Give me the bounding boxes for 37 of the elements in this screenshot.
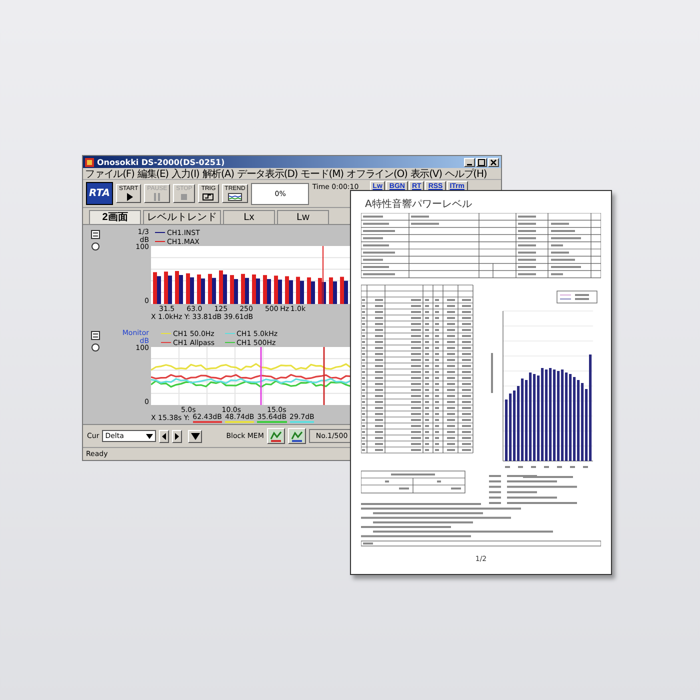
load-memory-button[interactable] xyxy=(288,428,306,444)
save-memory-button[interactable] xyxy=(266,428,285,444)
tab[interactable]: Lx xyxy=(223,210,275,224)
minimize-button[interactable] xyxy=(464,158,475,166)
tab[interactable]: レベルトレンド xyxy=(143,210,221,224)
tab[interactable]: 2画面 xyxy=(89,210,141,224)
next-button[interactable] xyxy=(172,430,182,442)
window-title: Onosokki DS-2000(DS-0251) xyxy=(97,158,226,166)
app-icon xyxy=(85,158,94,166)
menu-item[interactable]: 編集(E) xyxy=(137,166,168,180)
menu-item[interactable]: 解析(A) xyxy=(202,166,234,180)
menu-item[interactable]: オフライン(O) xyxy=(346,166,408,180)
menu-item[interactable]: ヘルプ(H) xyxy=(444,166,487,180)
maximize-button[interactable] xyxy=(476,158,487,166)
menu-item[interactable]: 表示(V) xyxy=(410,166,442,180)
cursor-mode-icon xyxy=(91,331,100,340)
menu-item[interactable]: 入力(I) xyxy=(171,166,200,180)
rta-logo: RTA xyxy=(86,182,114,205)
triangle-arrow-icon xyxy=(175,432,180,440)
trend-chart-icon xyxy=(228,193,242,201)
menu-item[interactable]: モード(M) xyxy=(300,166,344,180)
cursor-mode-icon xyxy=(91,230,100,239)
radio-button[interactable] xyxy=(91,242,100,251)
dropdown-arrow-icon xyxy=(146,434,154,438)
previous-button[interactable] xyxy=(159,430,170,442)
close-icon xyxy=(490,158,497,166)
menu-item[interactable]: データ表示(D) xyxy=(236,166,298,180)
triangle-arrow-icon xyxy=(162,432,166,440)
maximize-icon xyxy=(478,158,485,166)
menu-item[interactable]: ファイル(F) xyxy=(85,166,134,180)
report-title: A特性音響パワーレベル xyxy=(364,199,472,211)
triangle-down-icon xyxy=(190,432,200,440)
tab[interactable]: Lw xyxy=(277,210,329,224)
trigger-icon xyxy=(201,193,216,201)
down-button[interactable] xyxy=(188,430,202,442)
close-button[interactable] xyxy=(488,158,499,166)
radio-button[interactable] xyxy=(91,343,100,352)
